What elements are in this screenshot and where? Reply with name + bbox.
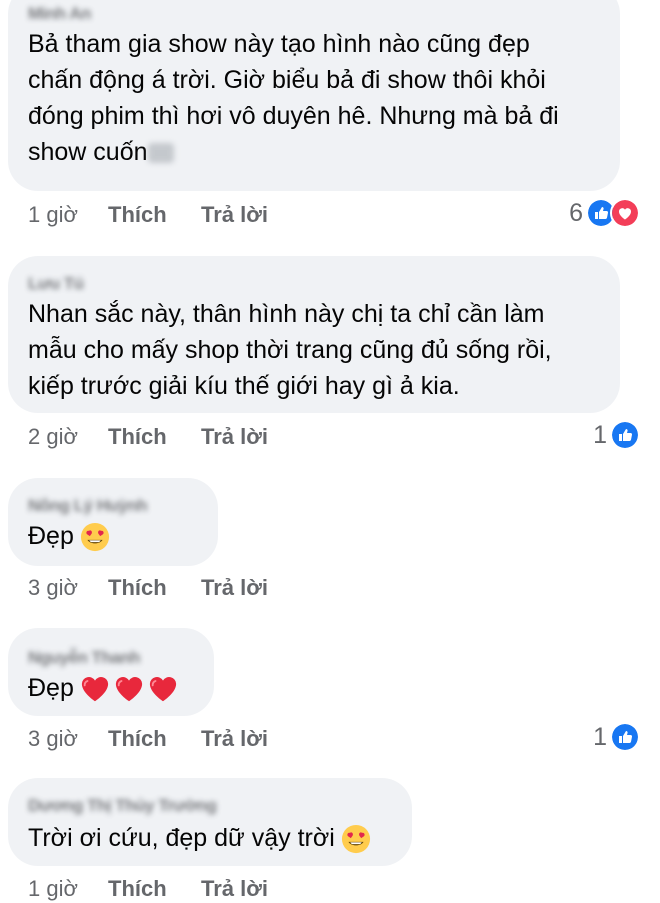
- comment-text: Đẹp: [28, 670, 178, 706]
- comment-text: Đẹp: [28, 518, 110, 554]
- comment-text: Nhan sắc này, thân hình này chị ta chỉ c…: [28, 300, 552, 400]
- comment-actions: 3 giờ Thích Trả lời: [28, 726, 268, 752]
- reaction-count: 1: [593, 722, 607, 751]
- like-button[interactable]: Thích: [108, 202, 201, 228]
- comment-time[interactable]: 2 giờ: [28, 424, 108, 450]
- emoji-row: [80, 522, 110, 552]
- like-button[interactable]: Thích: [108, 876, 201, 902]
- reaction-summary[interactable]: 1: [593, 722, 640, 752]
- red-heart-emoji: [80, 674, 110, 704]
- reaction-count: 1: [593, 420, 607, 449]
- reply-button[interactable]: Trả lời: [201, 202, 268, 228]
- comment-bubble[interactable]: Nguyễn Thanh Đẹp: [8, 628, 214, 716]
- reaction-summary[interactable]: 1: [593, 420, 640, 450]
- comment-author[interactable]: Nông Lý Huỳnh: [28, 496, 148, 516]
- like-button[interactable]: Thích: [108, 424, 201, 450]
- comment-author[interactable]: Nguyễn Thanh: [28, 648, 141, 668]
- emoji-row: [341, 824, 371, 854]
- like-button[interactable]: Thích: [108, 726, 201, 752]
- comment-text-content: Đẹp: [28, 522, 74, 550]
- comment-text-content: Bả tham gia show này tạo hình nào cũng đ…: [28, 30, 559, 166]
- comment-time[interactable]: 1 giờ: [28, 202, 108, 228]
- like-icon: [610, 722, 640, 752]
- comment-text: Trời ơi cứu, đẹp dữ vậy trời: [28, 820, 371, 856]
- reply-button[interactable]: Trả lời: [201, 575, 268, 601]
- red-heart-emoji: [148, 674, 178, 704]
- like-icon: [610, 420, 640, 450]
- blurred-emoji: [147, 143, 174, 164]
- comment-bubble[interactable]: Lưu Tú Nhan sắc này, thân hình này chị t…: [8, 256, 620, 413]
- comment-author[interactable]: Dương Thị Thủy Trường: [28, 796, 217, 816]
- comment-actions: 3 giờ Thích Trả lời: [28, 575, 268, 601]
- emoji-row: [80, 674, 178, 704]
- comment-actions: 2 giờ Thích Trả lời: [28, 424, 268, 450]
- reaction-summary[interactable]: 6: [569, 198, 640, 228]
- heart-eyes-emoji: [341, 824, 371, 854]
- comment-time[interactable]: 3 giờ: [28, 575, 108, 601]
- comment-time[interactable]: 1 giờ: [28, 876, 108, 902]
- reply-button[interactable]: Trả lời: [201, 876, 268, 902]
- comment-bubble[interactable]: Minh An Bả tham gia show này tạo hình nà…: [8, 0, 620, 191]
- comment-bubble[interactable]: Dương Thị Thủy Trường Trời ơi cứu, đẹp d…: [8, 778, 412, 866]
- reaction-count: 6: [569, 198, 583, 227]
- comment-text: Bả tham gia show này tạo hình nào cũng đ…: [28, 26, 559, 170]
- red-heart-emoji: [114, 674, 144, 704]
- heart-eyes-emoji: [80, 522, 110, 552]
- reply-button[interactable]: Trả lời: [201, 424, 268, 450]
- comment-text-content: Đẹp: [28, 674, 74, 702]
- comment-actions: 1 giờ Thích Trả lời: [28, 202, 268, 228]
- love-icon: [610, 198, 640, 228]
- comment-bubble[interactable]: Nông Lý Huỳnh Đẹp: [8, 478, 218, 566]
- like-button[interactable]: Thích: [108, 575, 201, 601]
- reply-button[interactable]: Trả lời: [201, 726, 268, 752]
- comment-actions: 1 giờ Thích Trả lời: [28, 876, 268, 902]
- comment-author[interactable]: Minh An: [28, 4, 91, 24]
- comment-author[interactable]: Lưu Tú: [28, 274, 84, 294]
- comment-time[interactable]: 3 giờ: [28, 726, 108, 752]
- comment-text-content: Trời ơi cứu, đẹp dữ vậy trời: [28, 824, 335, 852]
